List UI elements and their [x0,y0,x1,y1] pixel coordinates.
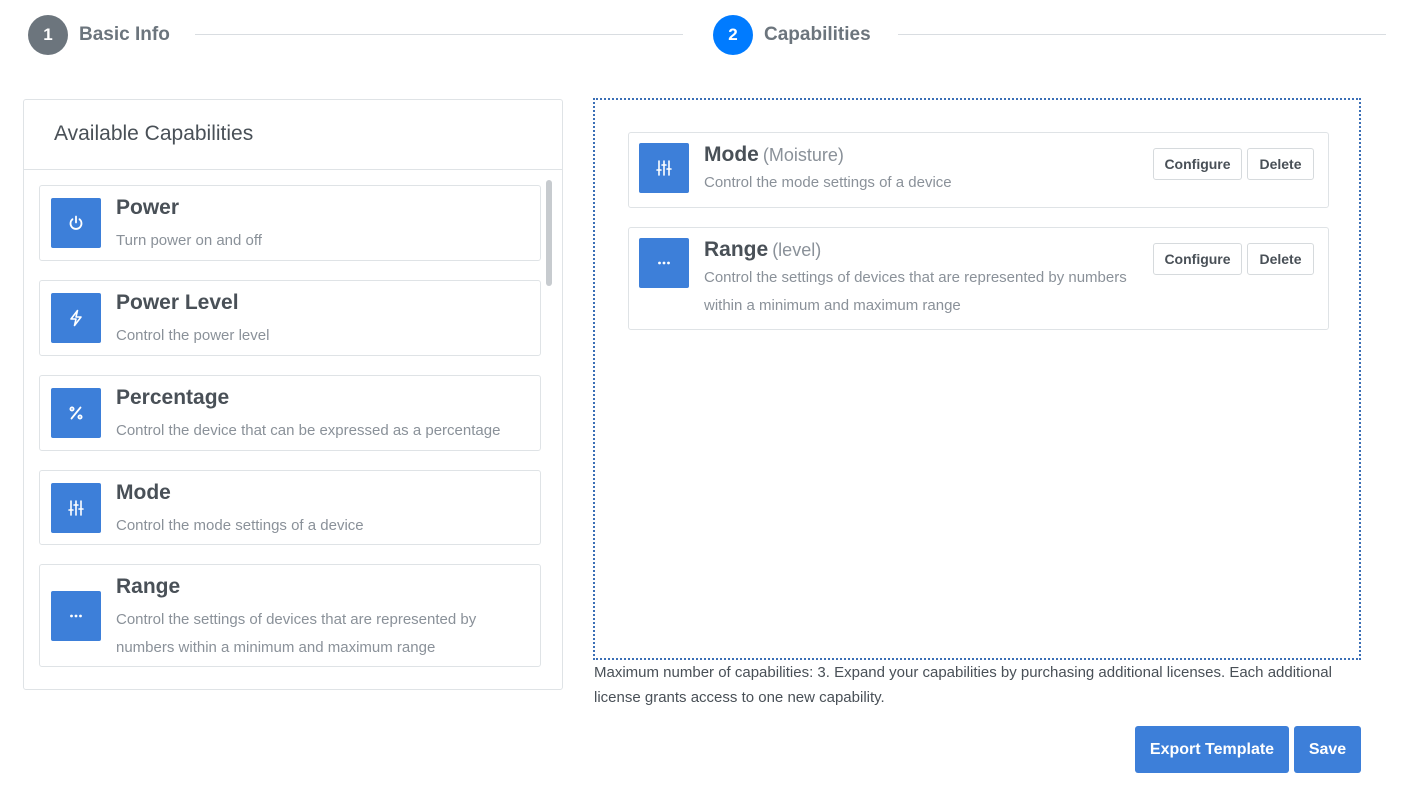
selected-capabilities-dropzone[interactable]: Mode (Moisture) Control the mode settings… [593,98,1361,660]
delete-button[interactable]: Delete [1247,243,1314,275]
sliders-icon [51,483,101,533]
configure-button[interactable]: Configure [1153,148,1242,180]
delete-button[interactable]: Delete [1247,148,1314,180]
save-button[interactable]: Save [1294,726,1361,773]
panel-title: Available Capabilities [24,100,562,170]
capability-description: Control the mode settings of a device [116,517,364,534]
available-capabilities-list: Power Turn power on and off Power Level … [39,185,541,675]
configure-button[interactable]: Configure [1153,243,1242,275]
step-divider [898,34,1386,35]
selected-capability-mode: Mode (Moisture) Control the mode settings… [628,132,1329,208]
capability-name: Mode [704,143,759,166]
capability-description: Control the device that can be expressed… [116,422,501,439]
capability-item-power[interactable]: Power Turn power on and off [39,185,541,261]
capability-name: Range [704,238,769,261]
power-icon [51,198,101,248]
step-basic-info[interactable]: 1 Basic Info [28,15,170,55]
step-divider [195,34,683,35]
capability-instance: (Moisture) [762,145,844,165]
stepper: 1 Basic Info 2 Capabilities [0,0,1414,70]
step-number: 1 [28,15,68,55]
capability-name: Power [116,196,180,219]
capability-item-percentage[interactable]: Percentage Control the device that can b… [39,375,541,451]
capability-description: Control the mode settings of a device [704,174,952,191]
capability-item-power-level[interactable]: Power Level Control the power level [39,280,541,356]
step-number: 2 [713,15,753,55]
step-capabilities[interactable]: 2 Capabilities [713,15,871,55]
capability-name: Percentage [116,386,230,409]
capability-limit-note: Maximum number of capabilities: 3. Expan… [594,664,1332,706]
capability-title: Mode (Moisture) [704,143,844,167]
export-template-button[interactable]: Export Template [1135,726,1289,773]
capability-description: Control the settings of devices that are… [704,269,1127,314]
percent-icon [51,388,101,438]
capability-description: Turn power on and off [116,232,262,249]
capability-item-range[interactable]: Range Control the settings of devices th… [39,564,541,667]
ellipsis-icon [639,238,689,288]
step-label: Capabilities [764,24,871,45]
capability-name: Mode [116,481,171,504]
ellipsis-icon [51,591,101,641]
capability-description: Control the settings of devices that are… [116,611,477,656]
capability-title: Range (level) [704,238,821,262]
capability-name: Range [116,575,181,598]
step-label: Basic Info [79,24,170,45]
lightning-icon [51,293,101,343]
capability-instance: (level) [772,240,822,260]
capability-name: Power Level [116,291,239,314]
capability-item-mode[interactable]: Mode Control the mode settings of a devi… [39,470,541,545]
sliders-icon [639,143,689,193]
available-capabilities-panel: Available Capabilities Power Turn power … [23,99,563,690]
scrollbar-thumb[interactable] [546,180,552,286]
selected-capability-range: Range (level) Control the settings of dev… [628,227,1329,330]
capability-description: Control the power level [116,327,270,344]
